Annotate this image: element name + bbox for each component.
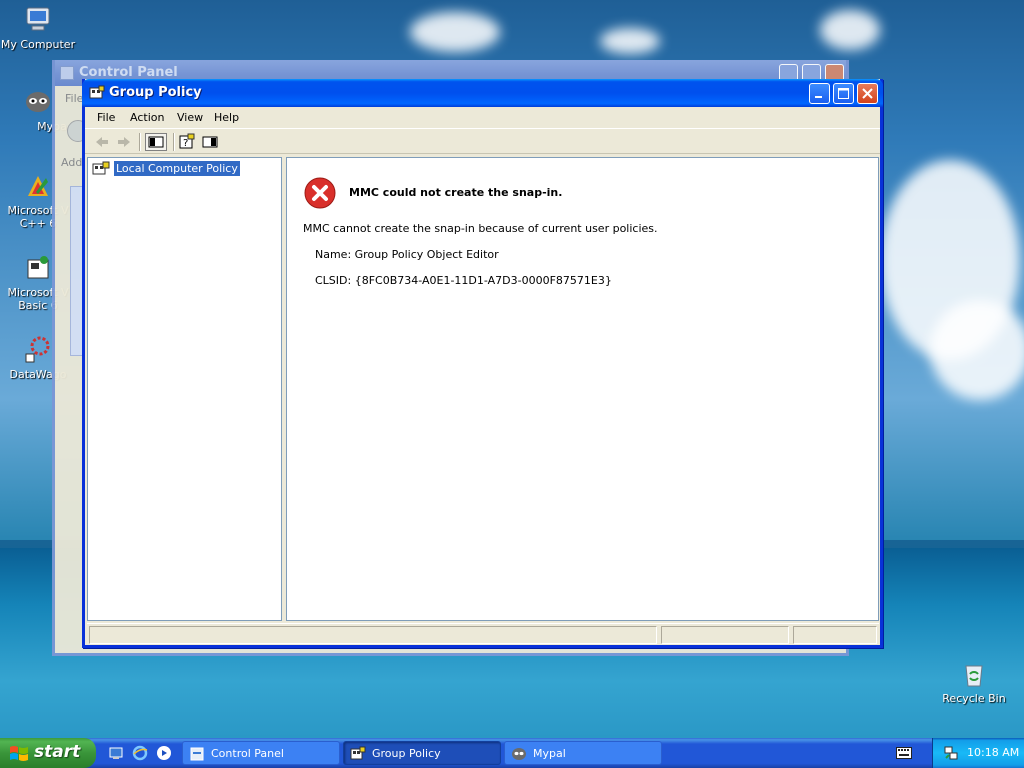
- show-desktop-icon[interactable]: [108, 745, 124, 761]
- toolbar-separator: [139, 133, 141, 151]
- control-panel-title: Control Panel: [79, 65, 178, 80]
- titlebar[interactable]: Group Policy: [82, 79, 883, 107]
- maximize-icon: [838, 88, 849, 99]
- menu-help[interactable]: Help: [214, 111, 239, 124]
- visual-cpp-icon: [28, 176, 48, 196]
- taskbar-button-control-panel[interactable]: Control Panel: [182, 741, 340, 765]
- group-policy-icon: [89, 85, 105, 99]
- start-label: start: [34, 742, 81, 762]
- status-cell: [793, 626, 877, 644]
- snapin-clsid: CLSID: {8FC0B734-A0E1-11D1-A7D3-0000F875…: [315, 274, 612, 287]
- desktop-icon-recycle-bin[interactable]: Recycle Bin: [936, 658, 1012, 705]
- console-tree-icon: [148, 136, 164, 148]
- desktop-icon-label: Recycle Bin: [942, 692, 1006, 705]
- menu-view[interactable]: View: [177, 111, 203, 124]
- menu-action[interactable]: Action: [130, 111, 164, 124]
- desktop-icon-my-computer[interactable]: My Computer: [0, 4, 76, 51]
- back-arrow-icon[interactable]: [93, 133, 111, 151]
- menu-bar: File Action View Help: [85, 107, 880, 127]
- close-button[interactable]: [857, 83, 878, 104]
- group-policy-window[interactable]: Group Policy File Action View Help ? Loc…: [82, 79, 883, 648]
- taskbar-button-label: Control Panel: [211, 747, 284, 760]
- error-message: MMC cannot create the snap-in because of…: [303, 222, 658, 235]
- status-bar: [87, 623, 879, 645]
- visual-basic-icon: [27, 256, 49, 279]
- recycle-bin-icon: [965, 665, 983, 687]
- snapin-name: Name: Group Policy Object Editor: [315, 248, 499, 261]
- my-computer-icon: [26, 7, 50, 31]
- console-tree[interactable]: Local Computer Policy: [87, 157, 282, 621]
- close-icon: [862, 88, 873, 99]
- keyboard-icon[interactable]: [896, 747, 912, 759]
- network-icon[interactable]: [943, 745, 959, 761]
- taskbar-button-label: Group Policy: [372, 747, 441, 760]
- svg-text:?: ?: [183, 138, 188, 149]
- taskbar-button-mypal[interactable]: Mypal: [504, 741, 662, 765]
- group-policy-icon: [350, 746, 366, 760]
- control-panel-menu-file[interactable]: File: [65, 92, 83, 105]
- control-panel-icon: [60, 66, 74, 80]
- result-pane: MMC could not create the snap-in. MMC ca…: [286, 157, 879, 621]
- internet-explorer-icon[interactable]: [132, 745, 148, 761]
- show-hide-tree-button[interactable]: [145, 133, 167, 151]
- datawago-icon: [25, 336, 50, 363]
- status-cell: [661, 626, 789, 644]
- menu-file[interactable]: File: [97, 111, 115, 124]
- tree-node-label: Local Computer Policy: [114, 161, 240, 176]
- maximize-button[interactable]: [833, 83, 854, 104]
- desktop-icon-label: My Computer: [0, 38, 76, 51]
- taskbar: start Control Panel Group Policy Mypal 1…: [0, 738, 1024, 768]
- help-icon[interactable]: ?: [178, 133, 196, 151]
- window-title: Group Policy: [109, 85, 202, 100]
- media-player-icon[interactable]: [156, 745, 172, 761]
- taskbar-button-label: Mypal: [533, 747, 566, 760]
- start-button[interactable]: start: [0, 738, 96, 768]
- toolbar-separator: [173, 133, 175, 151]
- status-cell: [89, 626, 657, 644]
- taskbar-button-group-policy[interactable]: Group Policy: [343, 741, 501, 765]
- forward-arrow-icon[interactable]: [115, 133, 133, 151]
- notification-area: 10:18 AM: [932, 738, 1024, 768]
- minimize-button[interactable]: [809, 83, 830, 104]
- toolbar: ?: [85, 128, 880, 154]
- error-icon: [304, 177, 336, 209]
- computer-policy-icon: [92, 161, 110, 175]
- minimize-icon: [815, 96, 822, 98]
- mypal-icon: [26, 92, 50, 112]
- mypal-icon: [512, 748, 526, 760]
- clock[interactable]: 10:18 AM: [967, 746, 1019, 759]
- control-panel-icon: [190, 747, 204, 761]
- windows-flag-icon: [10, 746, 28, 761]
- error-title: MMC could not create the snap-in.: [349, 186, 563, 199]
- show-hide-action-pane-icon[interactable]: [201, 133, 219, 151]
